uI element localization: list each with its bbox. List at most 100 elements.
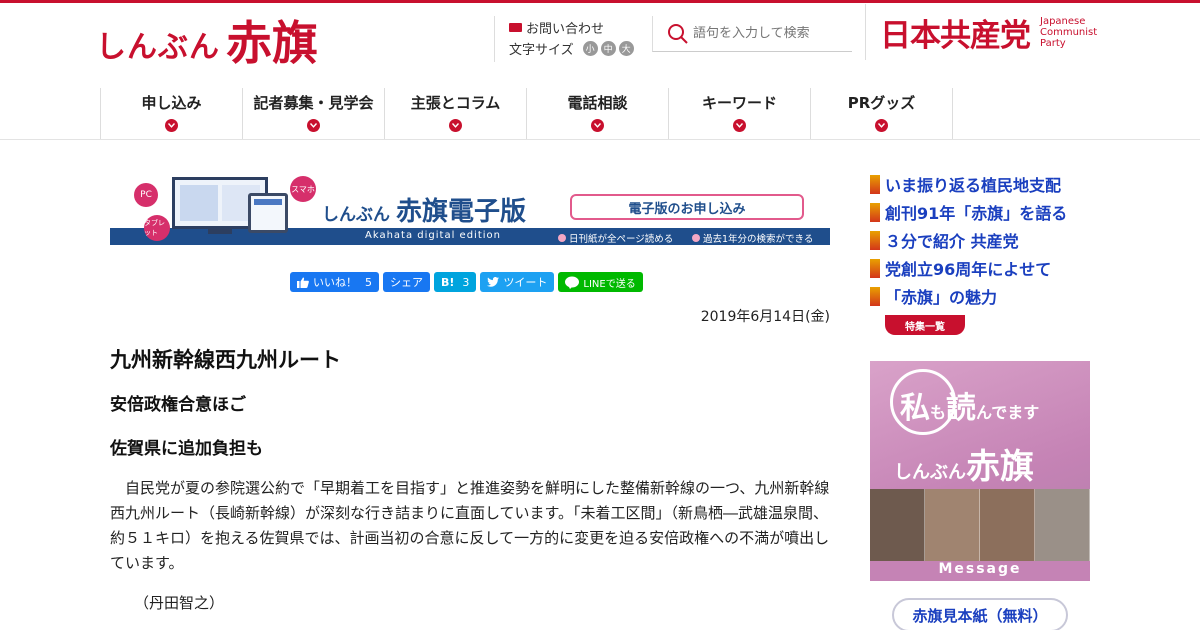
bullet-icon [870,286,880,306]
contact-link[interactable]: お問い合わせ [509,16,634,38]
feature-text: 過去1年分の検索ができる [703,234,814,245]
bullet-icon [870,174,880,194]
sidebar-link[interactable]: いま振り返る植民地支配 [870,170,1067,198]
ad-text: 赤旗 [966,447,1034,487]
ad-text: も [930,403,947,422]
chevron-down-icon [307,119,320,132]
line-icon [565,276,580,289]
reader-photo [925,489,980,561]
bullet-icon [870,258,880,278]
font-size-medium-button[interactable]: 中 [600,41,616,56]
apply-digital-button[interactable]: 電子版のお申し込み [570,194,804,220]
nav-item-keyword[interactable]: キーワード [669,88,811,140]
like-label: いいね！ [313,276,357,289]
nav-item-label: 記者募集・見学会 [253,94,374,112]
article-title: 九州新幹線西九州ルート [110,348,341,372]
badge-pc: PC [134,183,158,207]
reader-photo [870,489,925,561]
ad-headline: 私も読んでます [900,383,1039,427]
feature-text: 日刊紙が全ページ読める [569,234,674,245]
party-name-en: Japanese Communist Party [1040,15,1098,49]
bullet-icon [558,234,566,242]
sidebar-link[interactable]: ３分で紹介 共産党 [870,226,1067,254]
font-size-label: 文字サイズ [509,43,574,58]
chevron-down-icon [165,119,178,132]
hatena-bookmark-button[interactable]: B! 3 [434,272,477,292]
nav-item-label: キーワード [701,94,777,112]
jcp-logo[interactable]: 日本共産党 Japanese Communist Party [865,4,1110,60]
sidebar-link-label: 創刊91年「赤旗」を語る [885,204,1068,223]
tweet-label: ツイート [503,276,548,289]
banner-feature-2: 過去1年分の検索ができる [692,231,813,245]
hatena-count: 3 [462,275,470,289]
sidebar-link[interactable]: 「赤旗」の魅力 [870,282,1067,310]
nav-item-apply[interactable]: 申し込み [101,88,243,140]
bullet-icon [870,202,880,222]
badge-smartphone: スマホ [290,176,316,202]
ad-text: 私 [900,391,930,426]
logo-kana: しんぶん [96,30,220,65]
search-box [652,16,852,52]
ad-text: しんぶん [894,462,966,483]
facebook-like-button[interactable]: いいね！ 5 [290,272,379,292]
ad-brand: しんぶん赤旗 [894,439,1034,488]
nav-item-recruit[interactable]: 記者募集・見学会 [243,88,385,140]
sidebar-link-label: ３分で紹介 共産党 [885,232,1019,251]
sidebar-link-label: 党創立96周年によせて [885,260,1052,279]
free-sample-button[interactable]: 赤旗見本紙（無料） [892,598,1068,630]
font-size-switcher: 文字サイズ 小 中 大 [509,39,634,58]
nav-item-goods[interactable]: PRグッズ [811,88,953,140]
sidebar-features: いま振り返る植民地支配 創刊91年「赤旗」を語る ３分で紹介 共産党 党創立96… [870,170,1067,335]
banner-feature-1: 日刊紙が全ページ読める [558,231,673,245]
bullet-icon [870,230,880,250]
article-body: 自民党が夏の参院選公約で「早期着工を目指す」と推進姿勢を鮮明にした整備新幹線の一… [110,479,830,572]
feature-list-button[interactable]: 特集一覧 [885,315,965,335]
chevron-down-icon [733,119,746,132]
nav-divider [0,139,1200,140]
article-subtitle: 安倍政権合意ほご [110,395,246,415]
chevron-down-icon [875,119,888,132]
digital-edition-banner[interactable]: PC タブレット スマホ しんぶん 赤旗電子版 Akahata digital … [110,176,830,245]
sidebar-link[interactable]: 創刊91年「赤旗」を語る [870,198,1067,226]
reader-photo [980,489,1035,561]
nav-item-label: 電話相談 [567,94,628,112]
ad-text: んでます [976,403,1040,422]
nav-item-label: PRグッズ [847,94,916,112]
line-label: LINEで送る [583,278,636,290]
nav-item-label: 主張とコラム [410,94,501,112]
tweet-button[interactable]: ツイート [480,272,555,292]
facebook-share-button[interactable]: シェア [383,272,430,292]
contact-label: お問い合わせ [526,21,605,37]
like-count: 5 [365,275,372,289]
reader-message-ad[interactable]: 私も読んでます しんぶん赤旗 Message [870,361,1090,581]
banner-title-main: 赤旗電子版 [396,197,527,227]
line-send-button[interactable]: LINEで送る [558,272,643,292]
article-date: 2019年6月14日(金) [700,309,830,325]
article-subtitle-secondary: 佐賀県に追加負担も [110,439,263,459]
mail-icon [509,22,522,32]
sidebar-link[interactable]: 党創立96周年によせて [870,254,1067,282]
twitter-bird-icon [487,277,500,287]
font-size-large-button[interactable]: 大 [618,41,634,56]
nav-item-phone[interactable]: 電話相談 [527,88,669,140]
share-label: シェア [390,276,423,289]
bullet-icon [692,234,700,242]
utility-area: お問い合わせ 文字サイズ 小 中 大 [494,16,634,62]
nav-item-opinion[interactable]: 主張とコラム [385,88,527,140]
ad-text: 読 [946,391,977,426]
article-byline: （丹田智之） [134,594,225,612]
reader-photo [1035,489,1090,561]
reader-photos [870,489,1090,561]
banner-subtitle: Akahata digital edition [365,230,501,241]
chevron-down-icon [449,119,462,132]
search-icon[interactable] [667,23,689,45]
site-logo[interactable]: しんぶん 赤旗 [96,10,318,66]
sidebar-link-label: 「赤旗」の魅力 [885,288,998,307]
hatena-label: B! [441,275,455,289]
search-input[interactable] [693,26,851,41]
ad-message-label: Message [870,561,1090,581]
font-size-small-button[interactable]: 小 [582,41,598,56]
sidebar-link-label: いま振り返る植民地支配 [885,176,1062,195]
party-name: 日本共産党 [880,17,1031,54]
nav-item-label: 申し込み [141,94,202,112]
